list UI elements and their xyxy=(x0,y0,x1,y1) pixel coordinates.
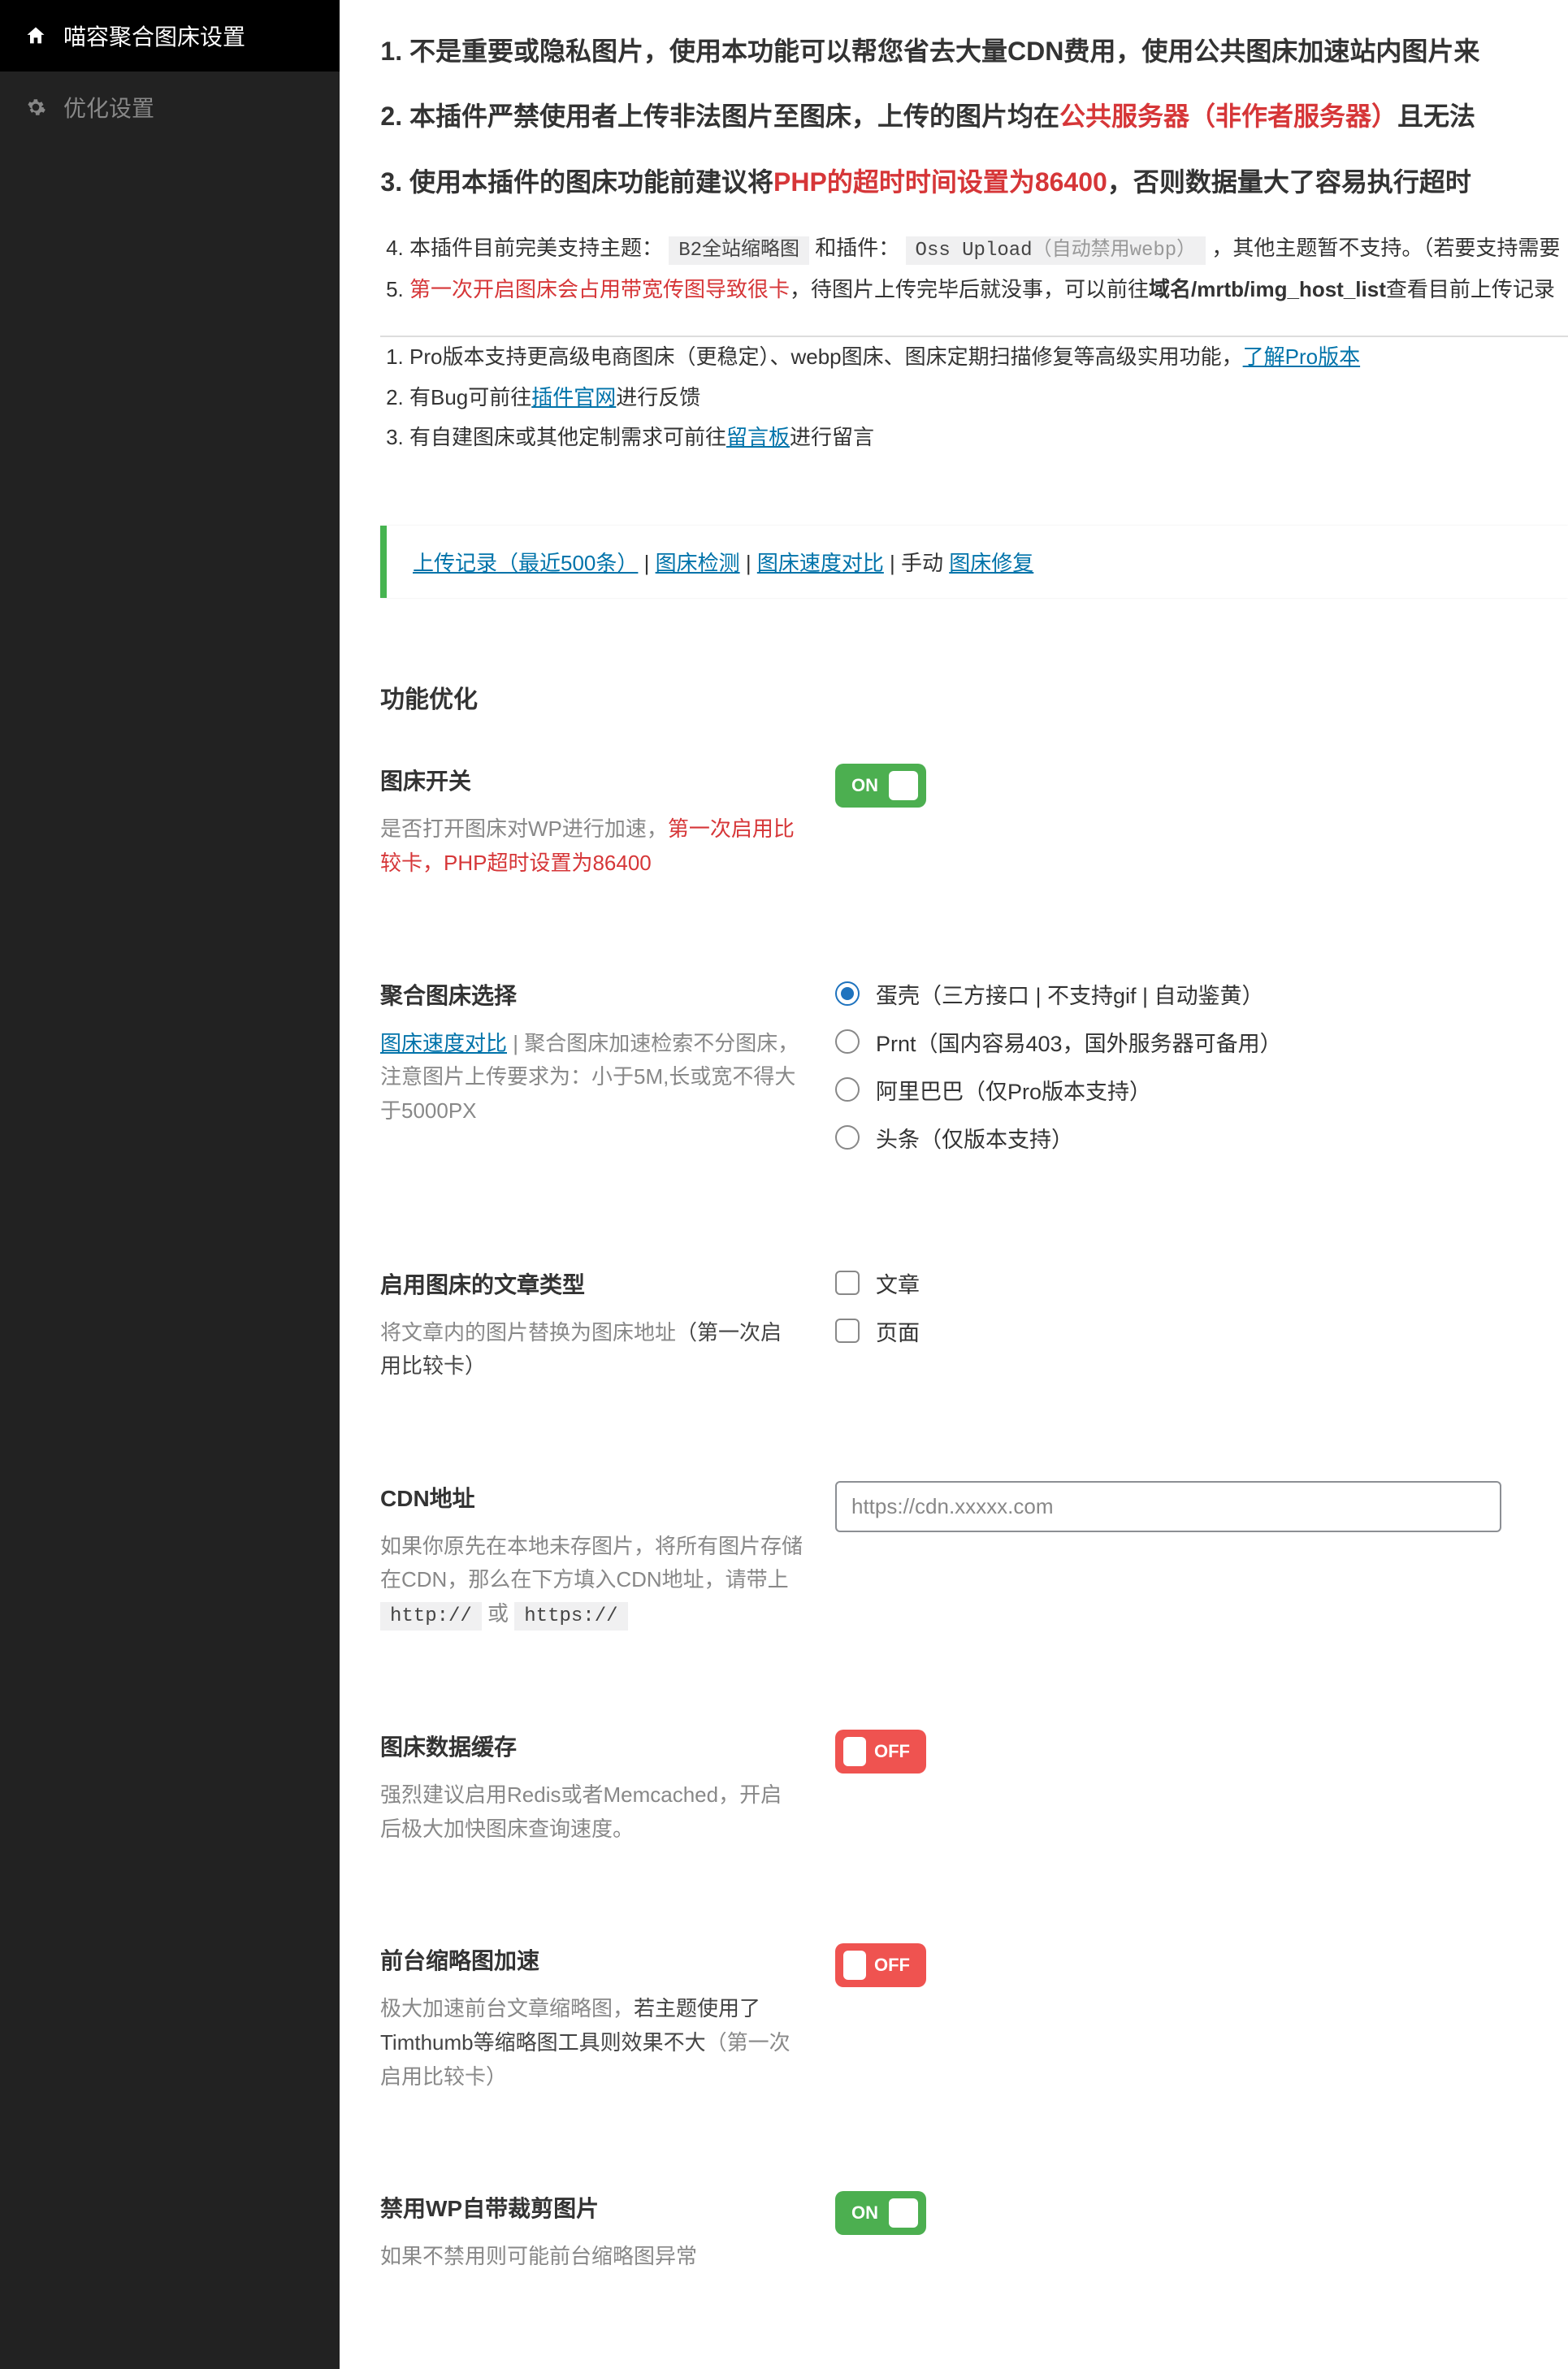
note-4: 本插件目前完美支持主题： B2全站缩略图 和插件： Oss Upload（自动禁… xyxy=(409,228,1568,270)
tertiary-notes: Pro版本支持更高级电商图床（更稳定）、webp图床、图床定期扫描修复等高级实用… xyxy=(380,337,1568,457)
home-icon xyxy=(23,23,49,49)
sidebar-item-optimize[interactable]: 优化设置 xyxy=(0,71,340,143)
thumb-label: 前台缩略图加速 xyxy=(380,1943,803,1976)
theme-badge: B2全站缩略图 xyxy=(669,236,809,265)
custom-note: 有自建图床或其他定制需求可前往留言板进行留言 xyxy=(409,418,1568,457)
sidebar-item-imagehost[interactable]: 喵容聚合图床设置 xyxy=(0,0,340,71)
sidebar: 喵容聚合图床设置 优化设置 xyxy=(0,0,340,2369)
upload-log-link[interactable]: 上传记录（最近500条） xyxy=(413,551,638,575)
note-5: 第一次开启图床会占用带宽传图导致很卡，待图片上传完毕后就没事，可以前往域名/mr… xyxy=(409,270,1568,310)
secondary-notes: 本插件目前完美支持主题： B2全站缩略图 和插件： Oss Upload（自动禁… xyxy=(380,228,1568,310)
message-board-link[interactable]: 留言板 xyxy=(726,425,790,449)
field-select: 聚合图床选择 图床速度对比 | 聚合图床加速检索不分图床，注意图片上传要求为：小… xyxy=(380,978,1568,1170)
gear-icon xyxy=(23,94,49,120)
speed-compare-link[interactable]: 图床速度对比 xyxy=(757,551,884,575)
field-thumb: 前台缩略图加速 极大加速前台文章缩略图，若主题使用了Timthumb等缩略图工具… xyxy=(380,1943,1568,2094)
sidebar-item-label: 优化设置 xyxy=(63,91,154,123)
radio-alibaba[interactable]: 阿里巴巴（仅Pro版本支持） xyxy=(835,1074,1568,1106)
pro-note: Pro版本支持更高级电商图床（更稳定）、webp图床、图床定期扫描修复等高级实用… xyxy=(409,337,1568,377)
note-2: 本插件严禁使用者上传非法图片至图床，上传的图片均在公共服务器（非作者服务器）且无… xyxy=(409,97,1568,135)
cache-toggle[interactable]: OFF xyxy=(835,1730,926,1774)
select-label: 聚合图床选择 xyxy=(380,978,803,1011)
section-title: 功能优化 xyxy=(380,679,1568,715)
plugin-badge: Oss Upload（自动禁用webp） xyxy=(906,236,1206,265)
cdn-input[interactable] xyxy=(835,1481,1501,1532)
imagehost-radio-group: 蛋壳（三方接口 | 不支持gif | 自动鉴黄） Prnt（国内容易403，国外… xyxy=(835,978,1568,1170)
note-1: 不是重要或隐私图片，使用本功能可以帮您省去大量CDN费用，使用公共图床加速站内图… xyxy=(409,32,1568,70)
check-page[interactable]: 页面 xyxy=(835,1315,1568,1347)
radio-toutiao[interactable]: 头条（仅版本支持） xyxy=(835,1122,1568,1154)
field-cache: 图床数据缓存 强烈建议启用Redis或者Memcached，开启后极大加快图床查… xyxy=(380,1730,1568,1846)
plugin-site-link[interactable]: 插件官网 xyxy=(531,385,616,409)
learn-pro-link[interactable]: 了解Pro版本 xyxy=(1243,344,1360,369)
field-crop: 禁用WP自带裁剪图片 如果不禁用则可能前台缩略图异常 ON xyxy=(380,2191,1568,2274)
switch-label: 图床开关 xyxy=(380,764,803,796)
radio-prnt[interactable]: Prnt（国内容易403，国外服务器可备用） xyxy=(835,1026,1568,1058)
sidebar-item-label: 喵容聚合图床设置 xyxy=(63,19,245,52)
bug-note: 有Bug可前往插件官网进行反馈 xyxy=(409,378,1568,418)
imghost-check-link[interactable]: 图床检测 xyxy=(656,551,740,575)
field-cdn: CDN地址 如果你原先在本地未存图片，将所有图片存储在CDN，那么在下方填入CD… xyxy=(380,1481,1568,1633)
switch-toggle[interactable]: ON xyxy=(835,764,926,808)
radio-danke[interactable]: 蛋壳（三方接口 | 不支持gif | 自动鉴黄） xyxy=(835,978,1568,1010)
note-3: 使用本插件的图床功能前建议将PHP的超时时间设置为86400，否则数据量大了容易… xyxy=(409,163,1568,201)
check-post[interactable]: 文章 xyxy=(835,1267,1568,1299)
posttype-checkbox-group: 文章 页面 xyxy=(835,1267,1568,1384)
cache-label: 图床数据缓存 xyxy=(380,1730,803,1762)
crop-toggle[interactable]: ON xyxy=(835,2191,926,2235)
crop-label: 禁用WP自带裁剪图片 xyxy=(380,2191,803,2224)
manual-repair-link[interactable]: 图床修复 xyxy=(949,551,1033,575)
main-content: 不是重要或隐私图片，使用本功能可以帮您省去大量CDN费用，使用公共图床加速站内图… xyxy=(340,0,1568,2369)
important-notes: 不是重要或隐私图片，使用本功能可以帮您省去大量CDN费用，使用公共图床加速站内图… xyxy=(380,32,1568,201)
https-badge: https:// xyxy=(514,1602,627,1631)
cdn-label: CDN地址 xyxy=(380,1481,803,1514)
http-badge: http:// xyxy=(380,1602,482,1631)
speed-link-inline[interactable]: 图床速度对比 xyxy=(380,1031,507,1055)
thumb-toggle[interactable]: OFF xyxy=(835,1943,926,1987)
notice-bar: 上传记录（最近500条） | 图床检测 | 图床速度对比 | 手动 图床修复 xyxy=(380,526,1568,598)
posttype-label: 启用图床的文章类型 xyxy=(380,1267,803,1300)
field-posttype: 启用图床的文章类型 将文章内的图片替换为图床地址（第一次启用比较卡） 文章 页面 xyxy=(380,1267,1568,1384)
field-switch: 图床开关 是否打开图床对WP进行加速，第一次启用比较卡，PHP超时设置为8640… xyxy=(380,764,1568,880)
